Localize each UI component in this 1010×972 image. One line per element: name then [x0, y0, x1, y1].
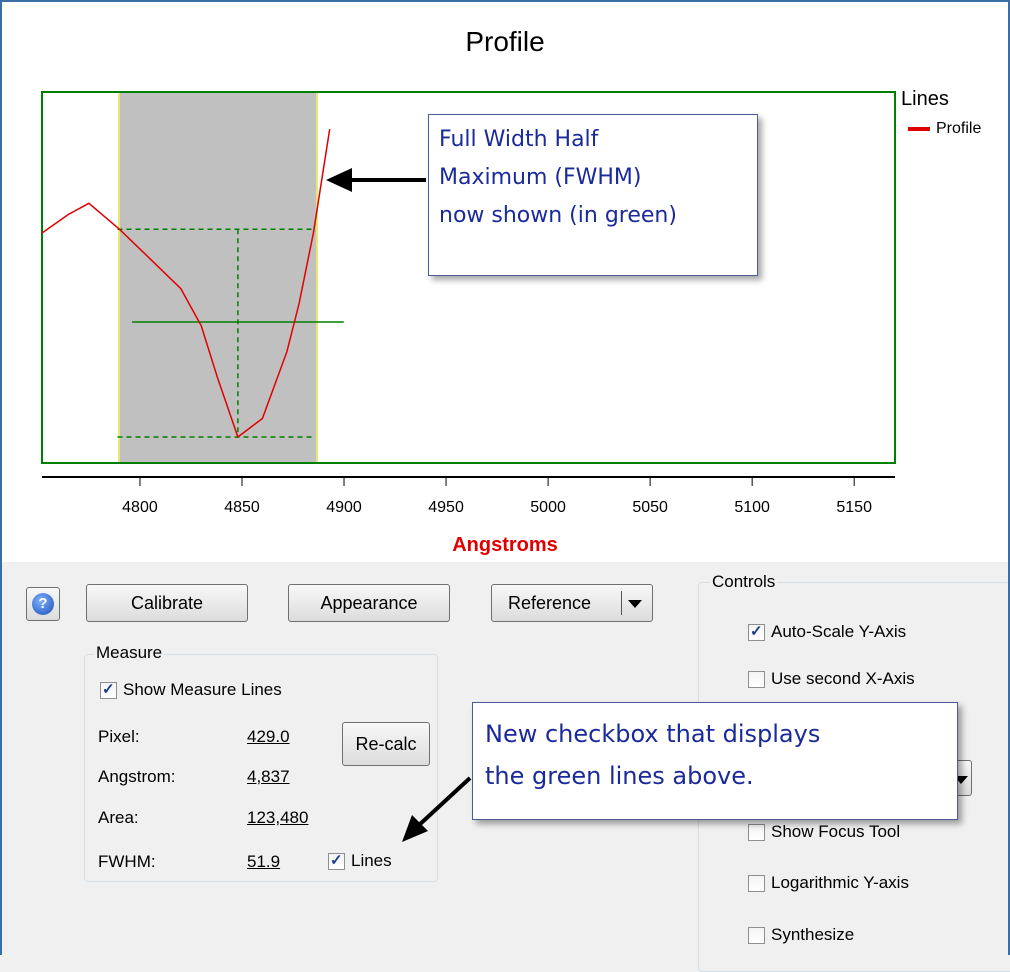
- second-x-axis-checkbox[interactable]: Use second X-Axis: [748, 669, 915, 689]
- profile-chart[interactable]: 4800 4850 4900 4950 5000 5050 5100 5150: [2, 2, 1008, 562]
- fwhm-lines-checkbox[interactable]: Lines: [328, 851, 392, 871]
- area-label: Area:: [98, 808, 139, 827]
- pixel-value: 429.0: [247, 727, 290, 746]
- calibrate-button[interactable]: Calibrate: [86, 584, 248, 622]
- help-icon: ?: [32, 593, 54, 615]
- checkbox-box: [100, 680, 117, 699]
- checkbox-label: Show Focus Tool: [771, 822, 901, 841]
- dropdown-separator: [621, 591, 622, 615]
- x-tick-label: 4900: [326, 499, 362, 516]
- legend-title: Lines: [901, 88, 949, 110]
- callout-line: Maximum (FWHM): [439, 165, 642, 190]
- pixel-label: Pixel:: [98, 727, 140, 746]
- x-tick-label: 5000: [530, 499, 566, 516]
- checkbox-box: [748, 874, 765, 892]
- focus-tool-checkbox[interactable]: Show Focus Tool: [748, 822, 900, 842]
- checkbox-box: [748, 926, 765, 944]
- checkbox-box: [748, 670, 765, 688]
- area-value: 123,480: [247, 808, 309, 827]
- legend-entry-label: Profile: [936, 120, 982, 137]
- x-tick-label: 4850: [224, 499, 260, 516]
- measure-group-label: Measure: [94, 643, 165, 663]
- x-axis-label: Angstroms: [452, 534, 558, 556]
- checkbox-box: [748, 823, 765, 841]
- fwhm-label: FWHM:: [98, 852, 156, 871]
- recalc-button[interactable]: Re-calc: [342, 722, 430, 766]
- callout-arrowhead-fwhm: [326, 168, 352, 192]
- checkbox-label: Lines: [351, 851, 392, 870]
- angstrom-label: Angstrom:: [98, 767, 176, 786]
- callout-line: the green lines above.: [485, 762, 754, 790]
- appearance-button[interactable]: Appearance: [288, 584, 450, 622]
- chart-panel: Profile 4800 4850 4900 4950 5000 5050 5100 5150…: [2, 2, 1008, 562]
- chevron-down-icon: [628, 600, 642, 608]
- x-tick-label: 4950: [428, 499, 464, 516]
- checkbox-box: [748, 622, 765, 641]
- fwhm-callout: Full Width Half Maximum (FWHM) now shown…: [428, 114, 758, 276]
- fwhm-value: 51.9: [247, 852, 281, 871]
- checkbox-label: Auto-Scale Y-Axis: [771, 622, 907, 641]
- checkbox-label: Logarithmic Y-axis: [771, 873, 909, 892]
- checkbox-label: Synthesize: [771, 925, 855, 944]
- x-tick-label: 5050: [632, 499, 668, 516]
- checkbox-label: Show Measure Lines: [123, 680, 282, 699]
- checkbox-callout: New checkbox that displays the green lin…: [472, 702, 958, 820]
- reference-label: Reference: [508, 592, 592, 613]
- reference-dropdown[interactable]: Reference: [491, 584, 653, 622]
- show-measure-lines-checkbox[interactable]: Show Measure Lines: [100, 680, 282, 700]
- auto-scale-y-checkbox[interactable]: Auto-Scale Y-Axis: [748, 622, 906, 642]
- checkbox-label: Use second X-Axis: [771, 669, 915, 688]
- x-tick-label: 5150: [836, 499, 872, 516]
- log-y-axis-checkbox[interactable]: Logarithmic Y-axis: [748, 873, 909, 893]
- callout-line: New checkbox that displays: [485, 720, 821, 748]
- legend-entry-profile[interactable]: Profile: [908, 120, 981, 138]
- selection-band: [119, 92, 317, 463]
- help-button[interactable]: ?: [26, 587, 60, 621]
- legend-swatch-profile: [908, 126, 930, 131]
- x-tick-label: 5100: [734, 499, 770, 516]
- x-tick-label: 4800: [122, 499, 158, 516]
- synthesize-checkbox[interactable]: Synthesize: [748, 925, 854, 945]
- angstrom-value: 4,837: [247, 767, 290, 786]
- callout-line: now shown (in green): [439, 203, 677, 228]
- callout-line: Full Width Half: [439, 127, 599, 152]
- controls-group-label: Controls: [710, 572, 778, 592]
- checkbox-box: [328, 851, 345, 870]
